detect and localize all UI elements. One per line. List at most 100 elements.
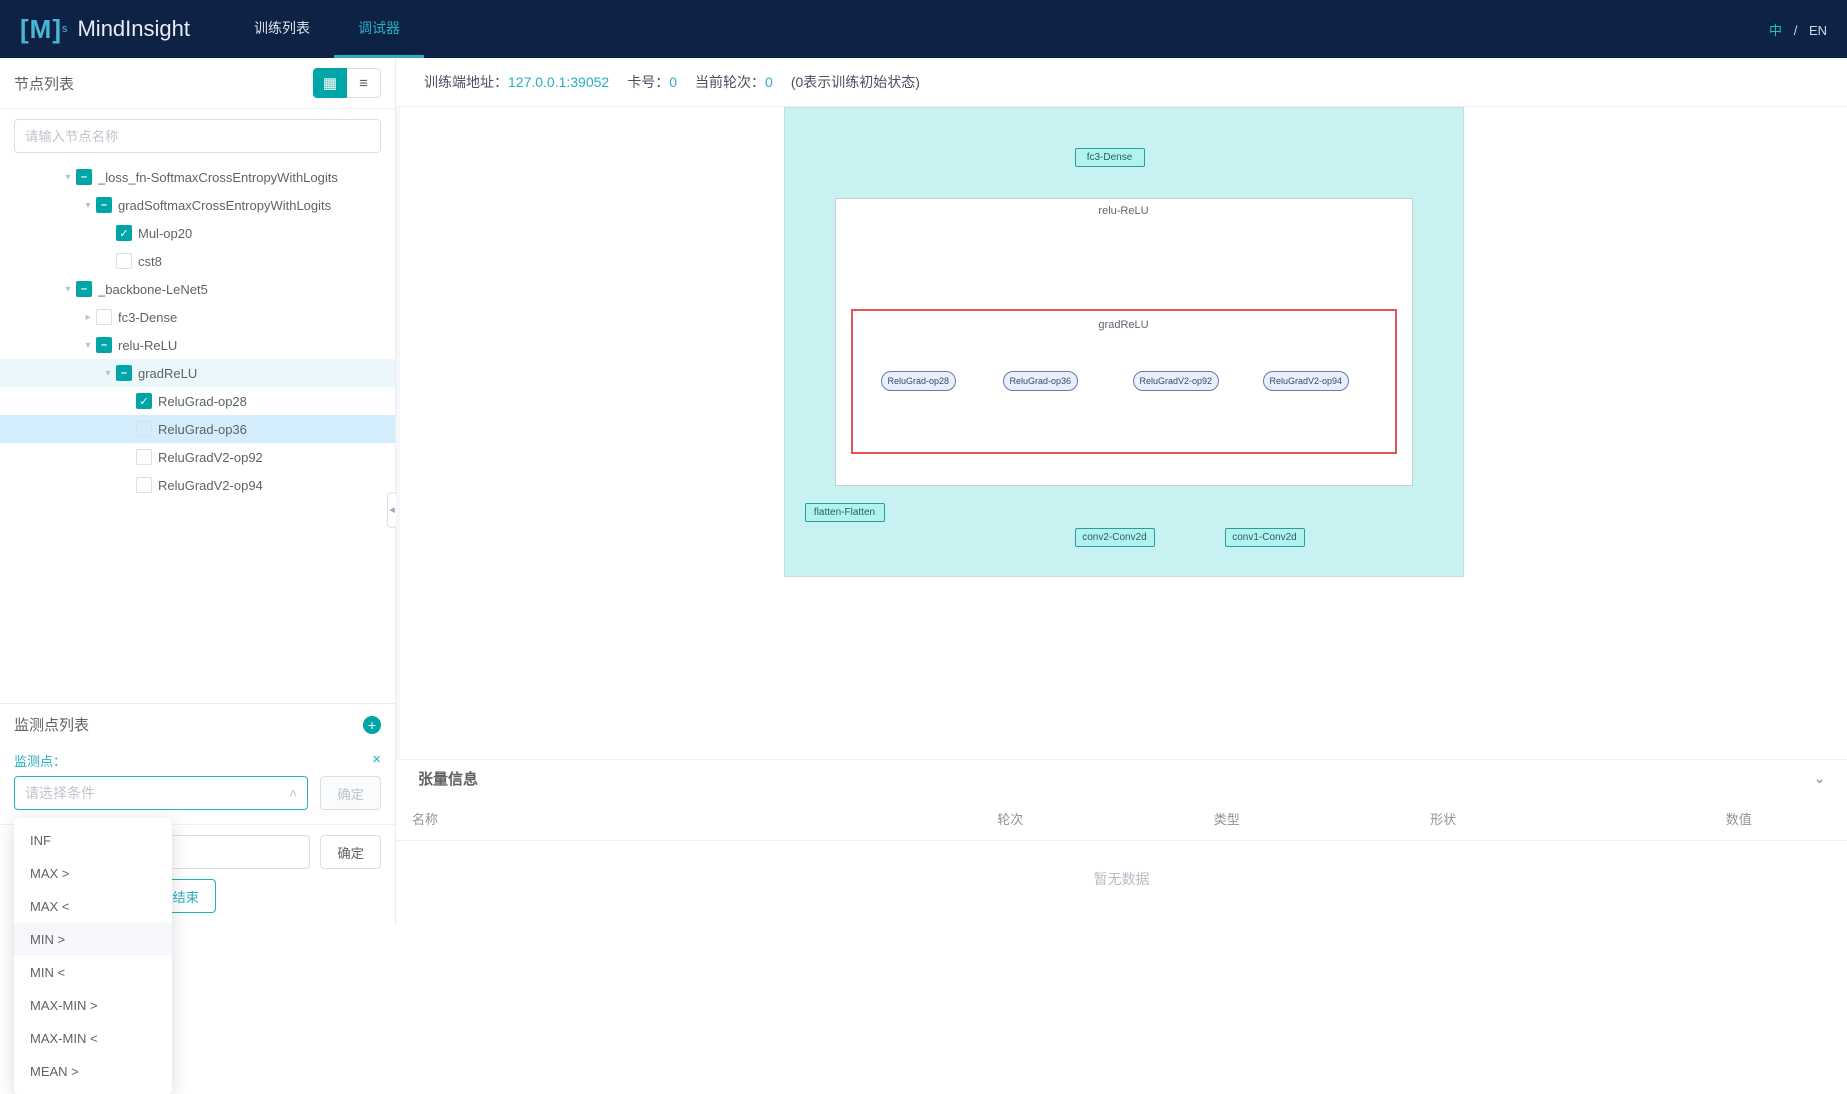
tree-node-label: gradSoftmaxCrossEntropyWithLogits — [118, 198, 331, 213]
tree-node[interactable]: ▾gradReLU — [0, 359, 395, 387]
tree-node[interactable]: Mul-op20 — [0, 219, 395, 247]
condition-dropdown[interactable]: INFMAX >MAX <MIN >MIN <MAX-MIN >MAX-MIN … — [14, 818, 172, 1094]
logo-text: MindInsight — [77, 16, 190, 42]
view-grid-button[interactable]: ▦ — [313, 68, 347, 98]
tree-node-label: fc3-Dense — [118, 310, 177, 325]
training-info-bar: 训练端地址：127.0.0.1:39052 卡号：0 当前轮次：0 (0表示训练… — [396, 58, 1847, 106]
tree-node[interactable]: ▾ gradSoftmaxCrossEntropyWithLogits — [0, 191, 395, 219]
nav-debugger[interactable]: 调试器 — [334, 0, 424, 58]
watchpoint-title: 监测点列表 — [14, 714, 89, 735]
th-round: 轮次 — [981, 797, 1197, 840]
list-icon: ≡ — [359, 75, 368, 92]
tree-checkbox[interactable] — [136, 393, 152, 409]
tree-caret-icon[interactable]: ▾ — [80, 200, 96, 211]
tree-caret-icon[interactable]: ▾ — [100, 368, 116, 379]
graph-node-conv1[interactable]: conv1-Conv2d — [1225, 528, 1305, 547]
lang-zh[interactable]: 中 — [1769, 23, 1782, 38]
tree-node[interactable]: ▾ relu-ReLU — [0, 331, 395, 359]
tree-node-label: ReluGradV2-op94 — [158, 478, 263, 493]
tree-caret-icon[interactable]: ▾ — [60, 172, 76, 183]
graph-node-conv2[interactable]: conv2-Conv2d — [1075, 528, 1155, 547]
tree-caret-icon[interactable]: ▾ — [60, 284, 76, 295]
condition-option[interactable]: MIN < — [14, 956, 172, 989]
tree-checkbox[interactable] — [76, 281, 92, 297]
confirm-condition-button[interactable]: 确定 — [320, 776, 381, 810]
add-watchpoint-button[interactable]: + — [363, 716, 381, 734]
condition-option[interactable]: MAX-MIN > — [14, 989, 172, 1022]
graph-pill-2[interactable]: ReluGrad-op36 — [1003, 371, 1079, 391]
graph-pill-1[interactable]: ReluGrad-op28 — [881, 371, 957, 391]
graph-node-flatten[interactable]: flatten-Flatten — [805, 503, 885, 522]
lang-en[interactable]: EN — [1809, 23, 1827, 38]
watchpoint-label: 监测点： — [14, 751, 66, 770]
tensor-title: 张量信息 — [418, 768, 478, 789]
computation-graph[interactable]: fc3-Dense relu-ReLU gradReLU ReluGrad-op… — [396, 106, 1847, 759]
tree-node-label: relu-ReLU — [118, 338, 177, 353]
top-nav: 训练列表 调试器 — [230, 0, 424, 58]
graph-selected-frame: gradReLU ReluGrad-op28 ReluGrad-op36 Rel… — [851, 309, 1397, 454]
tree-checkbox[interactable] — [116, 253, 132, 269]
tree-checkbox[interactable] — [76, 169, 92, 185]
node-tree[interactable]: ▾_loss_fn-SoftmaxCrossEntropyWithLogits▾… — [0, 161, 395, 703]
tree-node[interactable]: ▾ _loss_fn-SoftmaxCrossEntropyWithLogits — [0, 163, 395, 191]
tree-node-label: ReluGrad-op28 — [158, 394, 247, 409]
tree-node[interactable]: ▾ _backbone-LeNet5 — [0, 275, 395, 303]
condition-option[interactable]: MAX-MIN < — [14, 1022, 172, 1055]
condition-option[interactable]: MIN > — [14, 923, 172, 956]
tree-node[interactable]: ReluGradV2-op92 — [0, 443, 395, 471]
tree-checkbox[interactable] — [96, 337, 112, 353]
chevron-down-icon: ⌄ — [1814, 771, 1825, 787]
tree-node-label: _backbone-LeNet5 — [98, 282, 208, 297]
tree-caret-icon[interactable]: ▸ — [80, 312, 96, 323]
view-list-button[interactable]: ≡ — [347, 68, 381, 98]
tree-checkbox[interactable] — [116, 225, 132, 241]
graph-node-fc3[interactable]: fc3-Dense — [1075, 148, 1145, 167]
tree-checkbox[interactable] — [136, 449, 152, 465]
round-value: 0 — [765, 74, 773, 90]
logo: [M] s MindInsight — [20, 14, 190, 45]
node-list-title: 节点列表 — [14, 73, 74, 94]
tree-node-label: ReluGradV2-op92 — [158, 450, 263, 465]
tree-node[interactable]: ReluGradV2-op94 — [0, 471, 395, 499]
tensor-empty-text: 暂无数据 — [396, 841, 1847, 925]
node-search-input[interactable] — [14, 119, 381, 153]
tree-checkbox[interactable] — [136, 477, 152, 493]
tree-checkbox[interactable] — [116, 365, 132, 381]
tree-node[interactable]: ▸ fc3-Dense — [0, 303, 395, 331]
tensor-info-panel: 张量信息 ⌄ 名称 轮次 类型 形状 数值 暂无数据 — [396, 759, 1847, 925]
tree-node[interactable]: ReluGrad-op36 — [0, 415, 395, 443]
watchpoint-header: 监测点列表 + — [0, 704, 395, 745]
addr-label: 训练端地址：127.0.0.1:39052 — [424, 72, 609, 92]
graph-pill-4[interactable]: ReluGradV2-op94 — [1263, 371, 1350, 391]
main-content: ◂ 训练端地址：127.0.0.1:39052 卡号：0 当前轮次：0 (0表示… — [396, 58, 1847, 925]
tree-caret-icon[interactable]: ▾ — [80, 340, 96, 351]
app-header: [M] s MindInsight 训练列表 调试器 中 / EN — [0, 0, 1847, 58]
tree-checkbox[interactable] — [96, 197, 112, 213]
graph-pill-3[interactable]: ReluGradV2-op92 — [1133, 371, 1220, 391]
logo-mark: [M] — [20, 14, 62, 45]
node-list-header: 节点列表 ▦ ≡ — [0, 58, 395, 109]
tree-node[interactable]: ReluGrad-op28 — [0, 387, 395, 415]
close-watchpoint-icon[interactable]: × — [372, 751, 381, 768]
condition-option[interactable]: MAX > — [14, 857, 172, 890]
condition-option[interactable]: MAX < — [14, 890, 172, 923]
condition-option[interactable]: INF — [14, 824, 172, 857]
tree-checkbox[interactable] — [96, 309, 112, 325]
language-switch[interactable]: 中 / EN — [1769, 20, 1827, 39]
confirm-step-button[interactable]: 确定 — [320, 835, 381, 869]
chevron-up-icon: ˄ — [289, 785, 297, 801]
th-value: 数值 — [1631, 797, 1847, 840]
tensor-table-header: 名称 轮次 类型 形状 数值 — [396, 797, 1847, 841]
nav-training-list[interactable]: 训练列表 — [230, 0, 334, 58]
th-type: 类型 — [1198, 797, 1414, 840]
tensor-header[interactable]: 张量信息 ⌄ — [396, 760, 1847, 797]
round-label: 当前轮次：0 — [695, 72, 773, 92]
graph-canvas[interactable]: fc3-Dense relu-ReLU gradReLU ReluGrad-op… — [784, 107, 1464, 577]
tree-node[interactable]: cst8 — [0, 247, 395, 275]
condition-select[interactable]: 请选择条件 ˄ — [14, 776, 308, 810]
watchpoint-panel: 监测点列表 + 监测点： × 请选择条件 ˄ 确定 INFMAX >MAX <M… — [0, 703, 395, 925]
graph-relu-scope: relu-ReLU gradReLU ReluGrad-op28 ReluGra… — [835, 198, 1413, 486]
condition-option[interactable]: MEAN > — [14, 1055, 172, 1088]
tree-node-label: _loss_fn-SoftmaxCrossEntropyWithLogits — [98, 170, 338, 185]
tree-checkbox[interactable] — [136, 421, 152, 437]
